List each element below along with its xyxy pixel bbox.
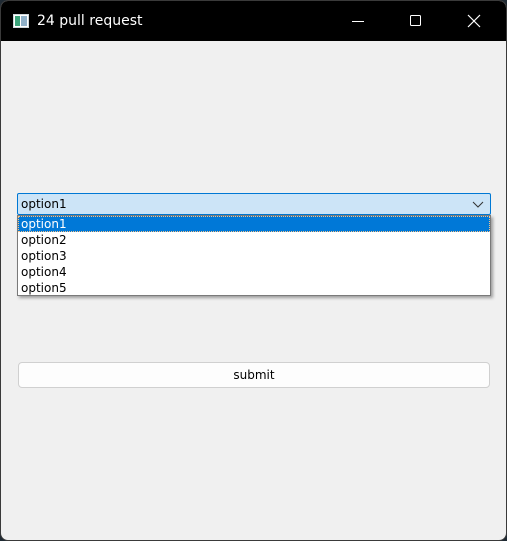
close-icon — [467, 14, 481, 28]
app-window: 24 pull request option1 option1 option2 … — [0, 0, 507, 541]
dropdown-option-1[interactable]: option1 — [18, 216, 490, 232]
dropdown-option-2[interactable]: option2 — [18, 232, 490, 248]
title-bar[interactable]: 24 pull request — [1, 1, 506, 41]
dropdown-option-4[interactable]: option4 — [18, 264, 490, 280]
option-combobox[interactable]: option1 — [17, 193, 491, 215]
dropdown-option-5[interactable]: option5 — [18, 280, 490, 296]
maximize-button[interactable] — [387, 1, 445, 41]
dropdown-option-3[interactable]: option3 — [18, 248, 490, 264]
submit-button[interactable]: submit — [18, 362, 490, 388]
combobox-value: option1 — [21, 197, 67, 211]
close-button[interactable] — [445, 1, 503, 41]
app-icon — [13, 14, 29, 28]
minimize-icon — [352, 21, 364, 22]
maximize-icon — [410, 15, 421, 26]
chevron-down-icon[interactable] — [472, 199, 484, 209]
window-title: 24 pull request — [37, 13, 143, 29]
minimize-button[interactable] — [329, 1, 387, 41]
combobox-dropdown-list: option1 option2 option3 option4 option5 — [17, 215, 491, 296]
